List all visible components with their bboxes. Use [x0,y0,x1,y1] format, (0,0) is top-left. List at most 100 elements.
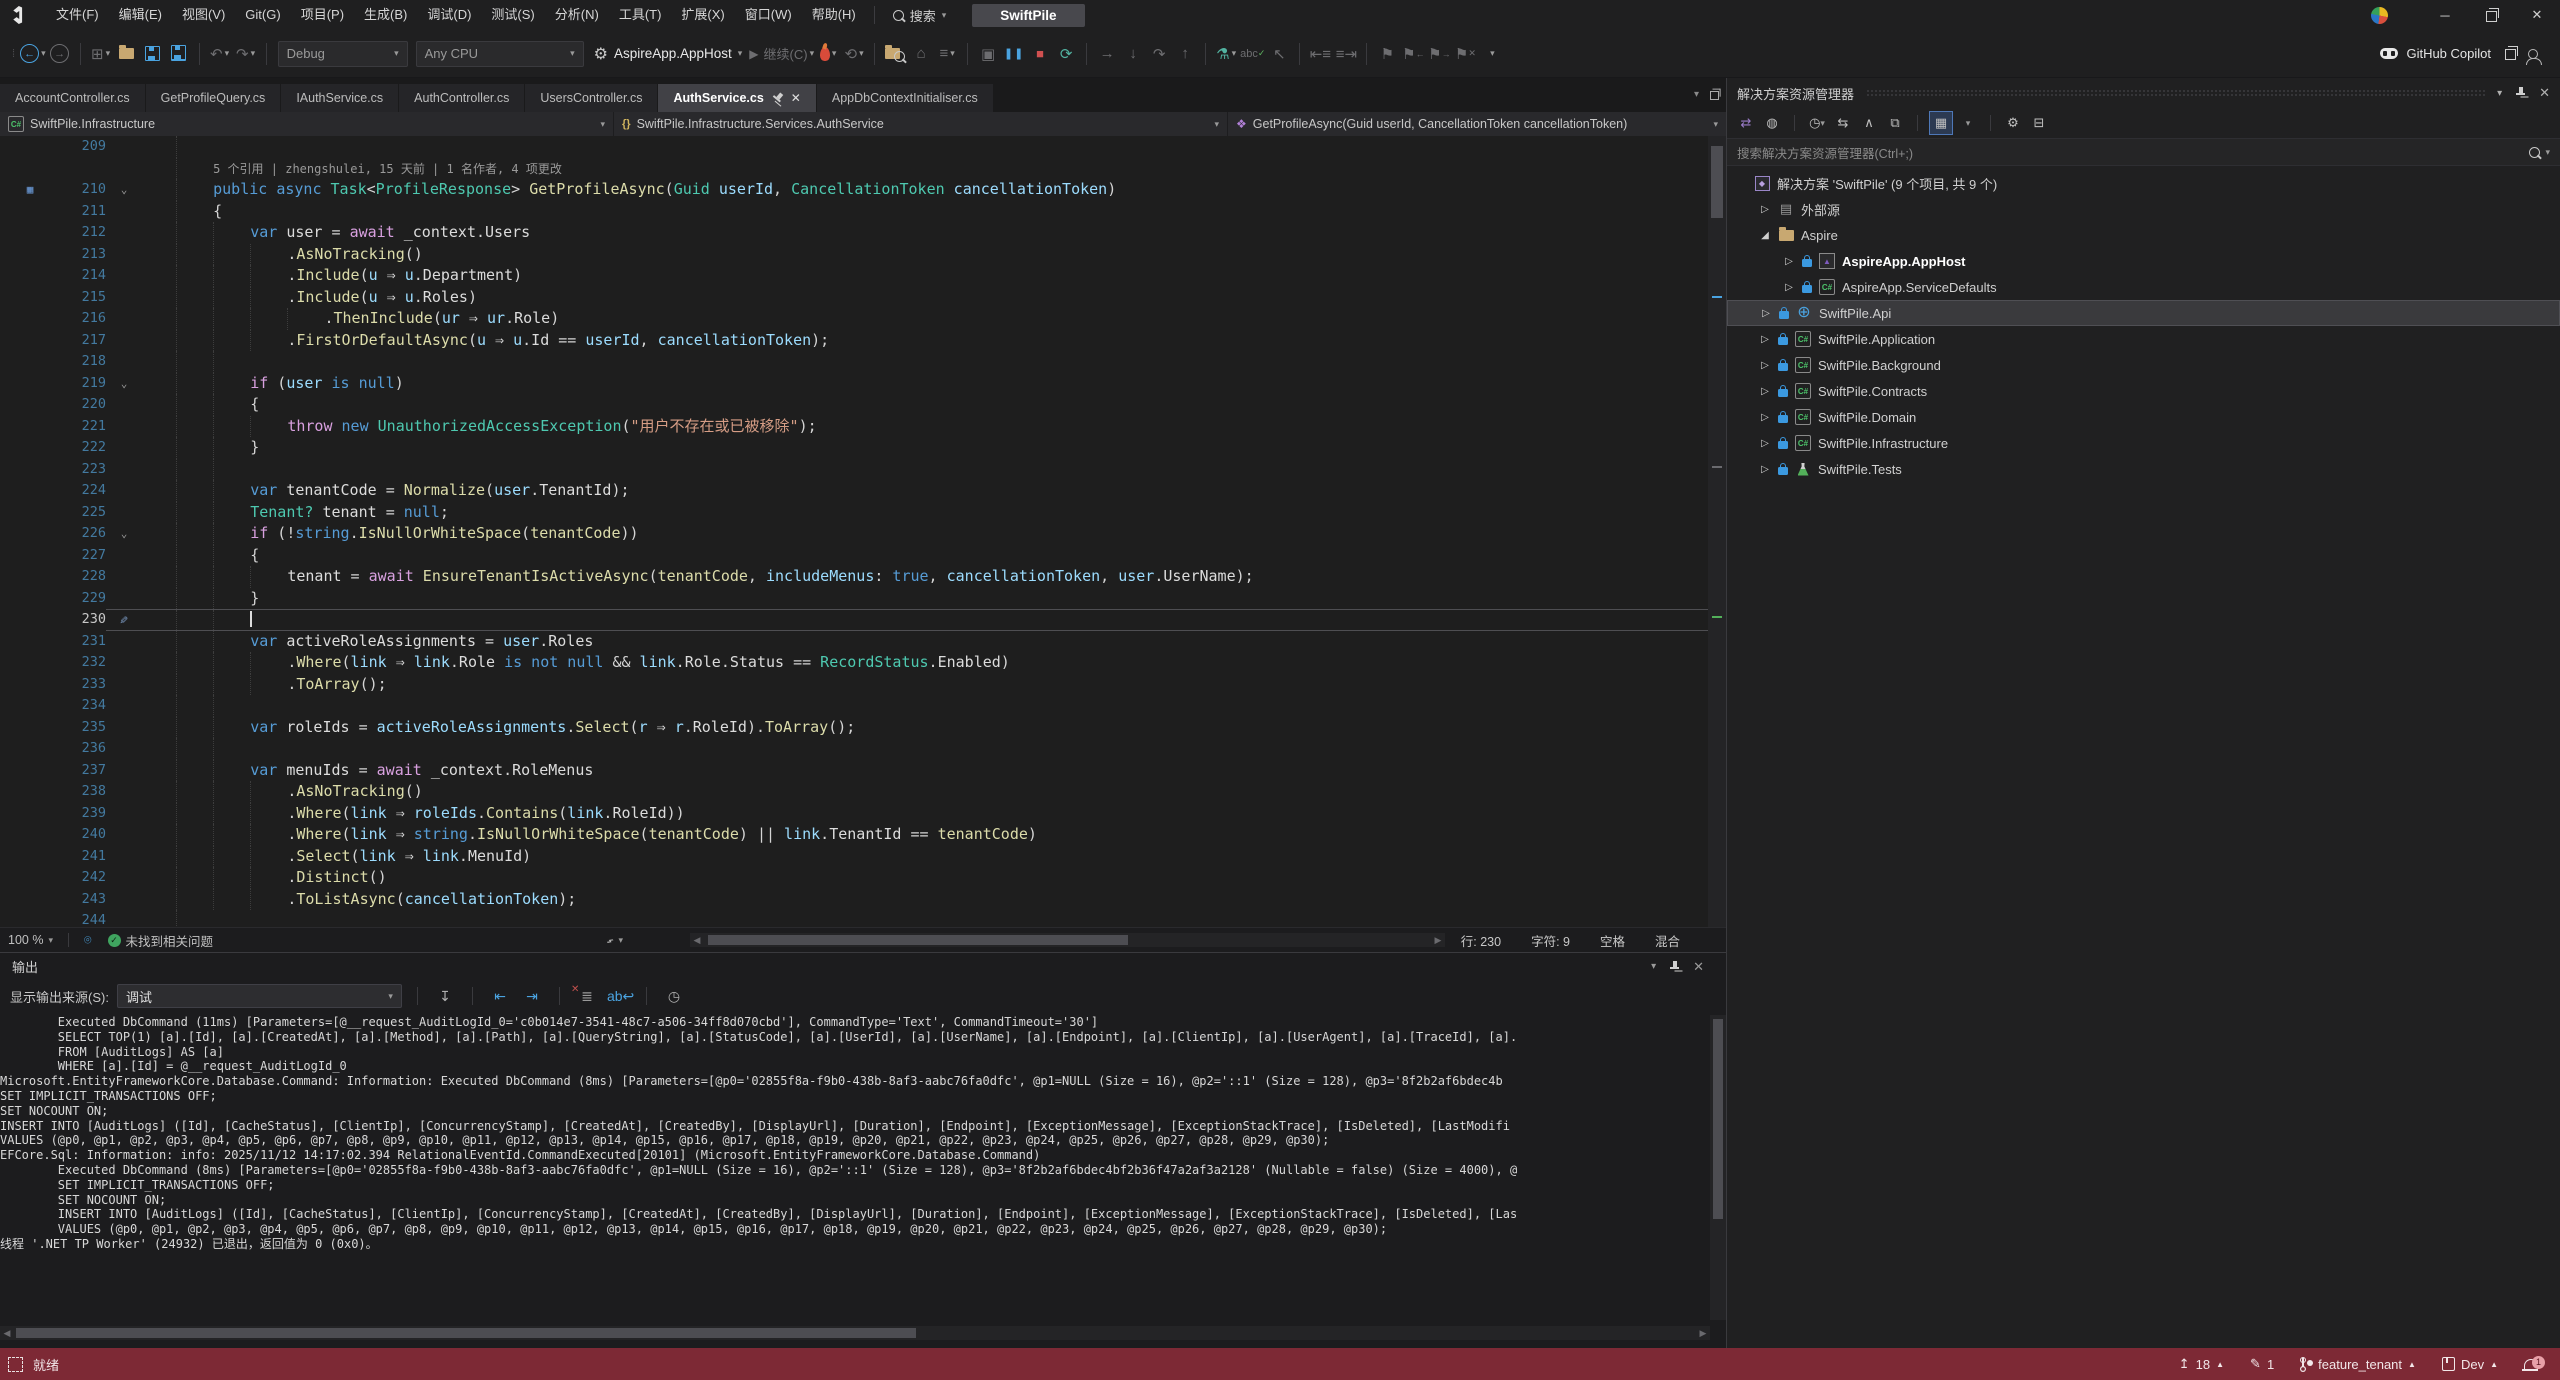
spaces-indicator[interactable]: 空格 [1600,931,1625,950]
undo-button[interactable]: ↶▾ [208,41,232,67]
tree-item-swiftpile-contracts[interactable]: ▷C#SwiftPile.Contracts [1727,378,2560,404]
output-source-dropdown[interactable]: 调试▾ [117,984,402,1008]
tree-item-aspireapp-apphost[interactable]: ▷▲AspireApp.AppHost [1727,248,2560,274]
step-over-button[interactable]: ↷ [1147,41,1171,67]
show-all-files-icon[interactable]: ▦ [1929,111,1953,135]
new-project-button[interactable]: ⊞▾ [89,41,113,67]
expanded-arrow-icon[interactable]: ◢ [1759,230,1771,241]
tab-getprofilequery-cs[interactable]: GetProfileQuery.cs [146,84,281,112]
code-line[interactable]: 224var tenantCode = Normalize(user.Tenan… [0,480,1726,502]
code-line[interactable]: 240.Where(link ⇒ string.IsNullOrWhiteSpa… [0,824,1726,846]
close-icon[interactable]: ✕ [791,91,801,105]
clear-all-icon[interactable]: ≣ [575,988,599,1005]
pending-edits-button[interactable]: ✎ 1 [2250,1356,2274,1372]
code-line[interactable]: 239.Where(link ⇒ roleIds.Contains(link.R… [0,803,1726,825]
restore-button[interactable] [2468,0,2514,30]
close-button[interactable]: ✕ [2514,0,2560,30]
code-line[interactable]: 226⌄if (!string.IsNullOrWhiteSpace(tenan… [0,523,1726,545]
menu-item-h[interactable]: 帮助(H) [802,0,866,30]
close-icon[interactable]: ✕ [2539,85,2550,101]
window-position-dropdown-icon[interactable]: ▾ [2497,88,2502,99]
code-line[interactable]: 223 [0,459,1726,481]
stop-debugging-button[interactable]: ■ [1028,41,1052,67]
live-unit-testing-button[interactable]: ⚗▾ [1214,41,1238,67]
menu-item-f[interactable]: 文件(F) [46,0,109,30]
pin-icon[interactable] [770,91,785,106]
code-line[interactable]: 222} [0,437,1726,459]
code-line[interactable]: 233.ToArray(); [0,674,1726,696]
code-line[interactable]: 242.Distinct() [0,867,1726,889]
tree-item-swiftpile-background[interactable]: ▷C#SwiftPile.Background [1727,352,2560,378]
git-branch-button[interactable]: feature_tenant▲ [2300,1357,2416,1372]
breadcrumb-item[interactable]: C#SwiftPile.Infrastructure▾ [0,112,614,136]
menu-item-v[interactable]: 视图(V) [172,0,235,30]
tree-item-swiftpile-tests[interactable]: ▷SwiftPile.Tests [1727,456,2560,482]
window-position-dropdown-icon[interactable]: ▾ [1651,961,1656,972]
code-line[interactable]: 211{ [0,201,1726,223]
navigate-forward-button[interactable]: → [48,41,72,67]
home-icon[interactable]: ◍ [1761,112,1783,134]
find-in-files-button[interactable] [883,41,907,67]
save-button[interactable] [141,41,165,67]
github-copilot-button[interactable]: GitHub Copilot [2380,46,2542,61]
notifications-button[interactable]: 1 [2524,1359,2542,1370]
code-line[interactable]: 238.AsNoTracking() [0,781,1726,803]
menu-item-e[interactable]: 编辑(E) [109,0,172,30]
menu-item-d[interactable]: 调试(D) [417,0,481,30]
tree-item--[interactable]: ▷▤外部源 [1727,196,2560,222]
background-tasks-icon[interactable] [8,1357,23,1372]
word-wrap-icon[interactable]: ab↩ [607,988,631,1005]
previous-bookmark-button[interactable]: ⚑← [1401,41,1425,67]
menu-item-t[interactable]: 工具(T) [609,0,672,30]
code-line[interactable]: ▦210⌄public async Task<ProfileResponse> … [0,179,1726,201]
git-repository-button[interactable]: Dev▲ [2442,1357,2498,1372]
preview-selected-items-icon[interactable]: ⊟ [2028,112,2050,134]
menu-item-s[interactable]: 测试(S) [481,0,544,30]
problems-indicator[interactable]: ✓ 未找到相关问题 [100,931,222,950]
column-indicator[interactable]: 字符: 9 [1531,931,1570,950]
zoom-level-dropdown[interactable]: 100 %▾ [0,933,61,947]
quick-search-button[interactable]: 搜索 ▾ [883,6,957,25]
code-line[interactable]: 234 [0,695,1726,717]
collapse-arrow-icon[interactable]: ▷ [1760,308,1772,319]
line-options-button[interactable]: ≡▾ [935,41,959,67]
wrench-icon[interactable]: ⚙ [2002,112,2024,134]
previous-message-icon[interactable]: ⇤ [488,988,512,1005]
code-line[interactable]: 209 [0,136,1726,158]
toggle-bookmark-button[interactable]: ⚑ [1375,41,1399,67]
restart-application-button[interactable]: ⟲▾ [842,41,866,67]
code-line[interactable]: 235var roleIds = activeRoleAssignments.S… [0,717,1726,739]
code-cleanup-button[interactable]: ⌁▾ [598,933,631,948]
restart-debugging-button[interactable]: ⟳ [1054,41,1078,67]
git-sync-button[interactable]: ↥ 18▲ [2179,1356,2224,1372]
codelens-info[interactable]: 5 个引用 | zhengshulei, 15 天前 | 1 名作者, 4 项更… [213,162,562,176]
solution-search-input[interactable]: 搜索解决方案资源管理器(Ctrl+;) ▾ [1727,138,2560,166]
code-line[interactable]: 232.Where(link ⇒ link.Role is not null &… [0,652,1726,674]
line-indicator[interactable]: 行: 230 [1461,931,1501,950]
tree-item-swiftpile-application[interactable]: ▷C#SwiftPile.Application [1727,326,2560,352]
editor-vertical-scrollbar[interactable] [1708,136,1726,928]
tab-accountcontroller-cs[interactable]: AccountController.cs [0,84,145,112]
code-line[interactable]: 218 [0,351,1726,373]
open-file-button[interactable] [115,41,139,67]
solution-configuration-dropdown[interactable]: Debug▾ [278,41,408,67]
menu-item-n[interactable]: 分析(N) [545,0,609,30]
float-window-icon[interactable] [1710,91,1719,100]
close-icon[interactable]: ✕ [1693,959,1704,975]
tree-item-swiftpile-domain[interactable]: ▷C#SwiftPile.Domain [1727,404,2560,430]
home-button[interactable]: ⌂ [909,41,933,67]
code-line[interactable]: 244 [0,910,1726,928]
code-editor[interactable]: 209 5 个引用 | zhengshulei, 15 天前 | 1 名作者, 4… [0,136,1726,928]
code-line[interactable]: 225Tenant? tenant = null; [0,502,1726,524]
menu-item-w[interactable]: 窗口(W) [735,0,802,30]
hot-reload-button[interactable]: ▾ [816,41,840,67]
code-line[interactable]: 215.Include(u ⇒ u.Roles) [0,287,1726,309]
solution-platform-dropdown[interactable]: Any CPU▾ [416,41,584,67]
output-horizontal-scrollbar[interactable]: ◀▶ [0,1326,1710,1340]
codelens-row[interactable]: 5 个引用 | zhengshulei, 15 天前 | 1 名作者, 4 项更… [0,158,1726,180]
output-vertical-scrollbar[interactable] [1710,1015,1726,1320]
collapse-arrow-icon[interactable]: ▷ [1759,334,1771,345]
continue-button[interactable]: ▶ 继续(C)▾ [749,41,814,67]
selection-mode-button[interactable]: ↖ [1267,41,1291,67]
timestamp-icon[interactable]: ◷ [662,988,686,1005]
